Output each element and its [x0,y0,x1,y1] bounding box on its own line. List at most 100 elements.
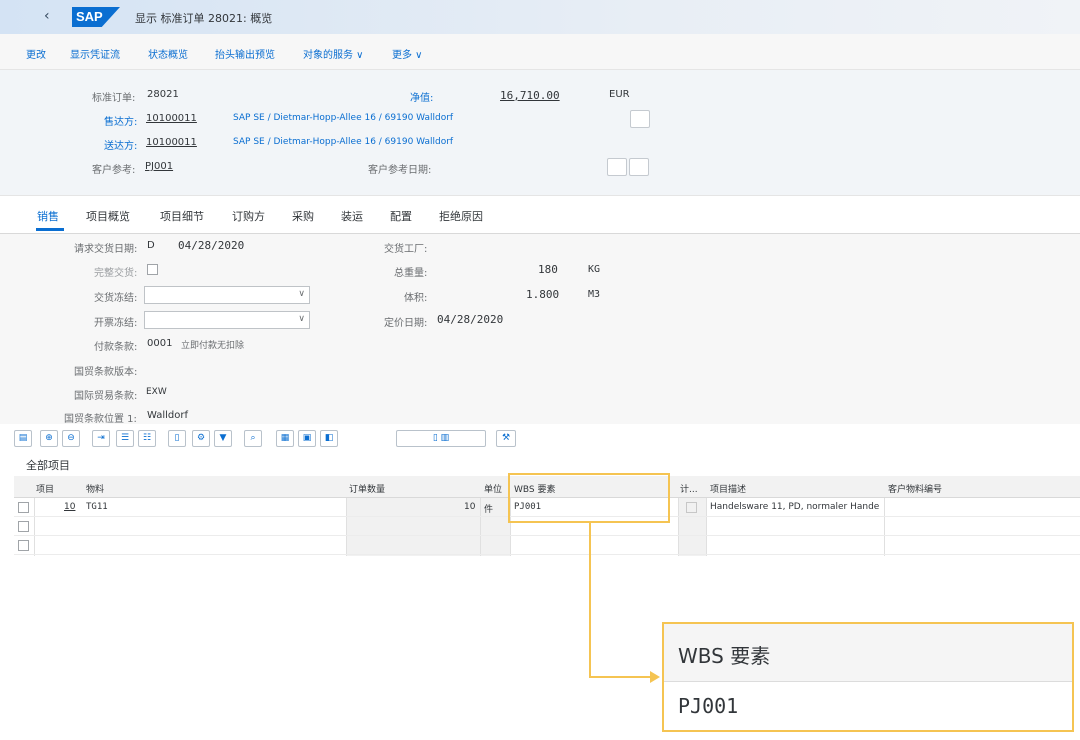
row-select-checkbox[interactable] [18,502,29,513]
deselect-icon[interactable]: ☷ [138,430,156,447]
tab-procurement[interactable]: 采购 [292,208,314,224]
row-flag-checkbox [686,502,697,513]
col-customer-material[interactable]: 客户物料编号 [888,482,942,495]
document-flow-button[interactable]: 显示凭证流 [70,46,120,61]
cell-qty: 10 [464,502,476,512]
more-menu[interactable]: 更多 ∨ [392,46,423,61]
back-icon[interactable]: ‹ [44,8,50,24]
customer-ref-value: PJ001 [145,161,174,172]
col-flag[interactable]: 计... [680,482,698,495]
col-item[interactable]: 项目 [36,482,54,495]
col-order-qty[interactable]: 订单数量 [349,482,385,495]
tab-item-detail[interactable]: 项目细节 [160,208,204,224]
weight-value: 180 [538,263,558,276]
delivery-block-select[interactable]: ∨ [144,286,310,304]
settings-icon[interactable]: ⚙ [192,430,210,447]
net-value: 16,710.00 [500,89,560,102]
chevron-down-icon: ∨ [298,289,305,299]
page-icon[interactable]: ▯ [168,430,186,447]
all-items-title: 全部项目 [26,459,70,472]
status-overview-button[interactable]: 状态概览 [148,46,188,61]
table-row[interactable] [14,536,1080,555]
row-select-checkbox[interactable] [18,521,29,532]
payment-terms-label: 付款条款: [94,342,138,353]
wbs-highlight-box [508,473,670,523]
billing-block-label: 开票冻结: [94,318,138,329]
incoterms-version-label: 国贸条款版本: [74,367,138,378]
col-material[interactable]: 物料 [86,482,104,495]
connector-line [589,676,652,678]
tab-ordering-party[interactable]: 订购方 [232,208,265,224]
sales-form: 请求交货日期: D 04/28/2020 完整交货: 交货冻结: ∨ 开票冻结:… [0,234,1080,425]
tab-sales[interactable]: 销售 [37,208,59,224]
weight-unit: KG [588,264,601,275]
tab-configuration[interactable]: 配置 [390,208,412,224]
order-header: 标准订单: 28021 净值: 16,710.00 EUR 售达方: 10100… [0,70,1080,196]
details-icon[interactable]: ▤ [14,430,32,447]
remove-row-icon[interactable]: ⊖ [62,430,80,447]
insert-icon[interactable]: ⇥ [92,430,110,447]
export-icon[interactable]: ◧ [320,430,338,447]
delivery-block-label: 交货冻结: [94,293,138,304]
order-value: 28021 [147,89,179,100]
sap-logo: SAP [72,7,120,27]
zoom-header: WBS 要素 [664,624,1072,682]
payment-terms-desc: 立即付款无扣除 [181,341,245,351]
billing-block-select[interactable]: ∨ [144,311,310,329]
filter-icon[interactable]: ▼ [214,430,232,447]
req-date-value: 04/28/2020 [178,239,245,252]
cell-item-desc: Handelsware 11, PD, normaler Hande [710,502,880,512]
tab-shipping[interactable]: 装运 [341,208,363,224]
col-item-desc[interactable]: 项目描述 [710,482,746,495]
print-icon[interactable] [629,158,649,176]
grid-icon[interactable]: ▦ [276,430,294,447]
weight-label: 总重量: [394,268,428,279]
connector-line [589,523,591,678]
cell-material: TG11 [86,502,108,512]
config-icon[interactable]: ⚒ [496,430,516,447]
incoterms-location-label: 国贸条款位置 1: [64,414,137,425]
volume-unit: M3 [588,289,601,300]
incoterms-location-value: Walldorf [147,410,189,421]
col-unit[interactable]: 单位 [484,482,502,495]
volume-value: 1.800 [526,288,560,301]
ship-to-value[interactable]: 10100011 [146,137,197,148]
search-icon[interactable]: ⌕ [244,430,262,447]
tab-rejection-reason[interactable]: 拒绝原因 [439,208,483,224]
arrow-right-icon [650,671,660,683]
object-services-menu[interactable]: 对象的服务 ∨ [303,46,364,61]
select-all-icon[interactable]: ☰ [116,430,134,447]
cell-item[interactable]: 10 [64,502,75,512]
volume-label: 体积: [404,293,428,304]
customer-ref-label: 客户参考: [92,165,136,176]
wbs-zoom-callout: WBS 要素 PJ001 [662,622,1074,732]
item-table-toolbar: ▤ ⊕ ⊖ ⇥ ☰ ☷ ▯ ⚙ ▼ ⌕ ▦ ▣ ◧ ▯ ▥ ⚒ [0,426,1080,452]
complete-delivery-label: 完整交货: [94,268,138,279]
complete-delivery-checkbox[interactable] [147,264,158,275]
req-date-type: D [147,240,155,251]
copy-icon[interactable] [630,110,650,128]
ship-to-address[interactable]: SAP SE / Dietmar-Hopp-Allee 16 / 69190 W… [233,137,453,147]
sold-to-address[interactable]: SAP SE / Dietmar-Hopp-Allee 16 / 69190 W… [233,113,453,123]
sold-to-label: 售达方: [104,117,138,128]
zoom-header-label: WBS 要素 [678,644,771,668]
plant-label: 交货工厂: [384,244,428,255]
page-title: 显示 标准订单 28021: 概览 [135,12,273,25]
change-button[interactable]: 更改 [26,46,46,61]
document-icon[interactable] [607,158,627,176]
tab-item-overview[interactable]: 项目概览 [86,208,130,224]
row-select-checkbox[interactable] [18,540,29,551]
more-actions-button[interactable]: ▯ ▥ [396,430,486,447]
order-label: 标准订单: [92,93,136,104]
tab-strip: 销售 项目概览 项目细节 订购方 采购 装运 配置 拒绝原因 [0,196,1080,234]
payment-terms-value: 0001 [147,338,173,349]
currency: EUR [609,89,630,100]
cell-unit: 件 [484,505,494,515]
layout-icon[interactable]: ▣ [298,430,316,447]
net-value-label: 净值: [410,93,434,104]
header-output-preview-button[interactable]: 抬头输出预览 [215,46,275,61]
add-row-icon[interactable]: ⊕ [40,430,58,447]
ship-to-label: 送达方: [104,141,138,152]
sold-to-value[interactable]: 10100011 [146,113,197,124]
req-date-label: 请求交货日期: [74,244,138,255]
